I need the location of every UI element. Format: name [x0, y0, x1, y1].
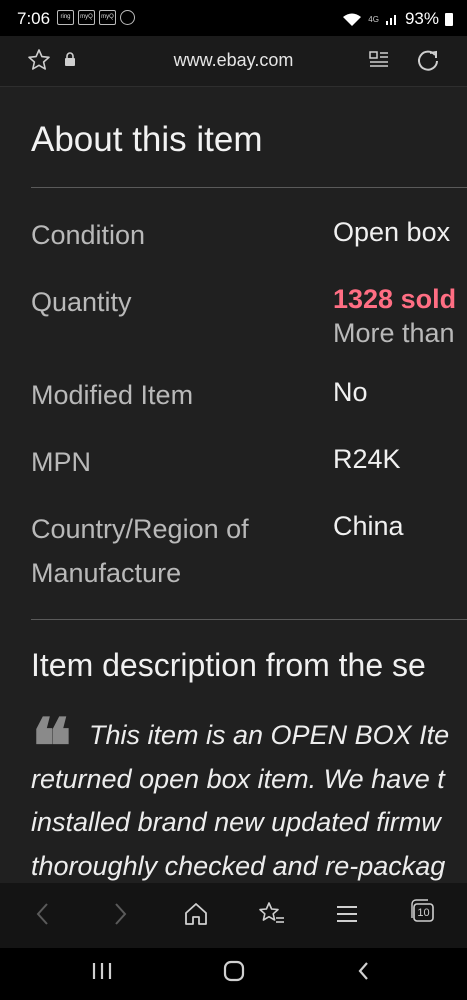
spec-value-mpn: R24K: [333, 444, 401, 474]
spec-label-mpn: MPN: [31, 447, 91, 477]
ring-notification-icon: ring: [57, 10, 74, 25]
recent-apps-icon[interactable]: [90, 960, 114, 982]
home-icon[interactable]: [183, 901, 209, 927]
notification-icons: ring myQ myQ: [57, 10, 135, 25]
system-navigation-bar: [0, 948, 467, 1000]
browser-url-bar: www.ebay.com: [0, 36, 467, 87]
status-bar: 7:06 ring myQ myQ 4G 93%: [0, 0, 467, 36]
spec-label-condition: Condition: [31, 220, 146, 250]
page-content: About this item Condition Open box Quant…: [0, 87, 467, 883]
browser-toolbar: 10: [0, 883, 467, 948]
signal-icon: [385, 15, 396, 25]
status-time: 7:06: [17, 9, 51, 28]
description-line: installed brand new updated firmw: [31, 807, 441, 837]
url-text[interactable]: www.ebay.com: [0, 50, 467, 71]
app-notification-icon: [120, 10, 135, 25]
tab-count: 10: [417, 907, 430, 919]
myq-notification-icon-2: myQ: [99, 10, 116, 25]
reload-icon[interactable]: [415, 47, 441, 73]
reader-mode-icon[interactable]: [368, 49, 390, 71]
bookmarks-icon[interactable]: [257, 901, 285, 927]
description-text: This item is an OPEN BOX Ite returned op…: [31, 714, 467, 883]
wifi-icon: [343, 13, 362, 26]
battery-icon: [445, 12, 453, 26]
back-icon[interactable]: [33, 901, 53, 927]
battery-percent: 93%: [404, 9, 439, 28]
spec-value-quantity-note: More than: [333, 318, 455, 348]
back-nav-icon[interactable]: [354, 960, 374, 982]
description-line: This item is an OPEN BOX Ite: [89, 720, 450, 750]
spec-value-quantity-sold[interactable]: 1328 sold: [333, 284, 456, 315]
forward-icon[interactable]: [110, 901, 130, 927]
description-line: returned open box item. We have t: [31, 763, 445, 794]
spec-value-modified-item: No: [333, 377, 368, 407]
page-title: About this item: [31, 120, 263, 159]
description-heading: Item description from the se: [31, 647, 426, 683]
home-nav-icon[interactable]: [222, 960, 246, 982]
spec-label-country: Country/Region of Manufacture: [31, 514, 249, 588]
network-label: 4G: [368, 14, 379, 24]
spec-value-condition: Open box: [333, 217, 451, 247]
spec-value-country: China: [333, 511, 404, 541]
tabs-button[interactable]: 10: [410, 898, 436, 924]
myq-notification-icon: myQ: [78, 10, 95, 25]
description-line: thoroughly checked and re-packag: [31, 850, 446, 881]
divider: [31, 619, 467, 620]
menu-icon[interactable]: [335, 901, 359, 927]
divider: [31, 187, 467, 188]
spec-label-quantity: Quantity: [31, 287, 132, 317]
spec-label-modified-item: Modified Item: [31, 380, 194, 410]
